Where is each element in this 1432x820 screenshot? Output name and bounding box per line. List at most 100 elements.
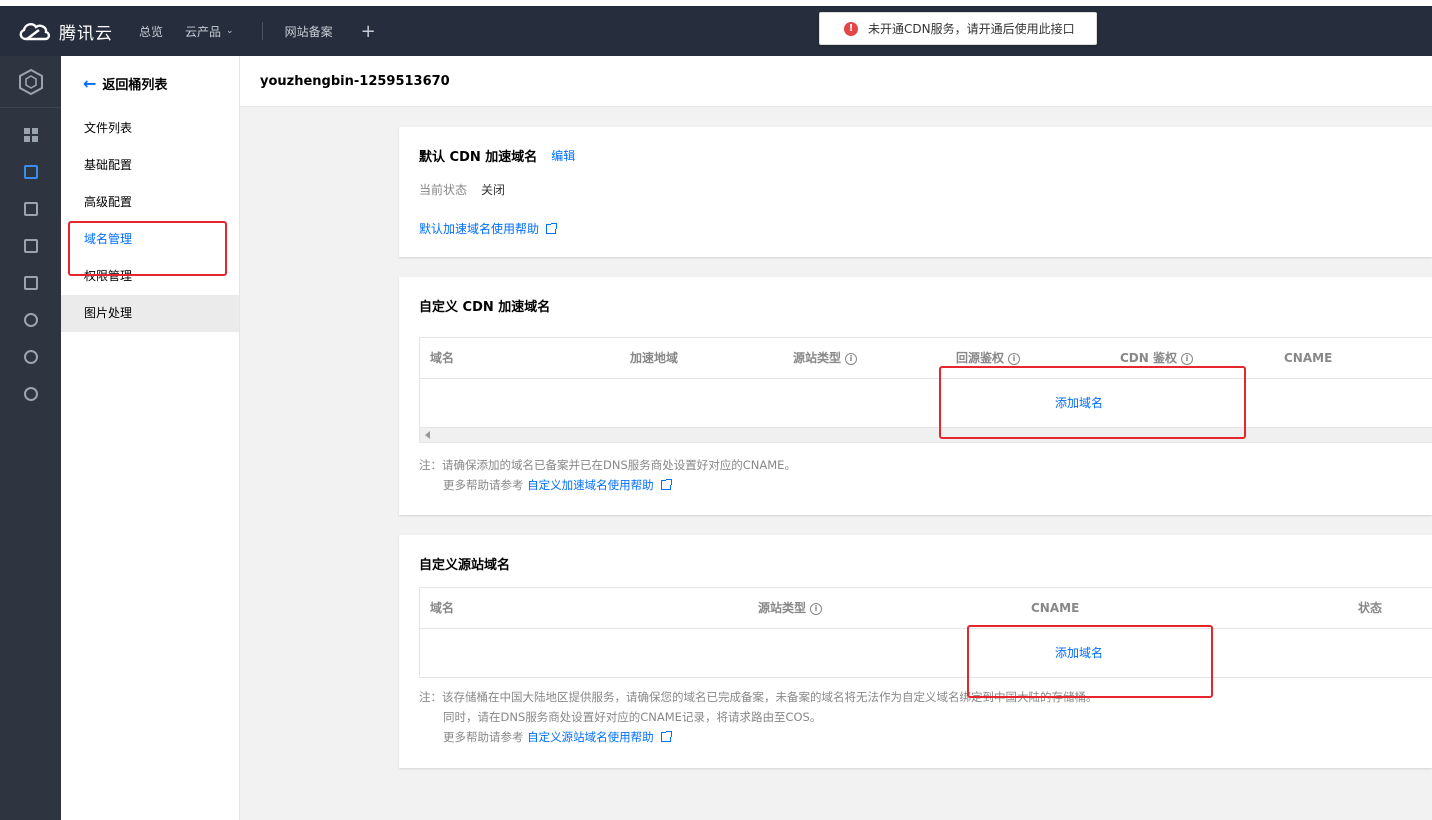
nav-products-label: 云产品 [185, 24, 222, 39]
col-label: 源站类型 [793, 351, 842, 365]
note-prefix: 更多帮助请参考 [443, 478, 524, 492]
custom-cdn-card: 自定义 CDN 加速域名 域名 加速地域 源站类型 i 回源鉴权 i CDN 鉴权 i… [399, 277, 1432, 515]
col-cname: CNAME [1031, 588, 1079, 629]
sidebar-item-image-processing[interactable]: 图片处理 [61, 295, 239, 332]
custom-origin-card: 自定义源站域名 域名 源站类型 i CNAME 状态 添加域名 注：该存储桶在中国… [399, 535, 1432, 768]
note-line: 注：请确保添加的域名已备案并已在DNS服务商处设置好对应的CNAME。 [419, 458, 796, 472]
back-to-bucket-list[interactable]: ← 返回桶列表 [61, 56, 239, 110]
custom-origin-notes: 注：该存储桶在中国大陆地区提供服务，请确保您的域名已完成备案，未备案的域名将无法… [419, 687, 1429, 747]
custom-cdn-title: 自定义 CDN 加速域名 [419, 300, 551, 315]
horizontal-scrollbar[interactable] [420, 427, 1432, 442]
table-row: 添加域名 [420, 379, 1432, 427]
nav-divider [261, 22, 263, 40]
custom-cdn-notes: 注：请确保添加的域名已备案并已在DNS服务商处设置好对应的CNAME。 更多帮助… [419, 455, 796, 495]
storage-icon [23, 164, 38, 179]
image-icon [23, 238, 38, 253]
col-label: 域名 [430, 351, 455, 365]
info-icon[interactable]: i [1008, 352, 1021, 365]
arrow-left-icon: ← [83, 73, 97, 93]
nav-icp-label: 网站备案 [284, 24, 333, 39]
coin-icon [23, 386, 38, 401]
highlight-box-add-cdn-domain [939, 366, 1246, 439]
col-region: 加速地域 [630, 338, 678, 379]
custom-cdn-table: 域名 加速地域 源站类型 i 回源鉴权 i CDN 鉴权 i CNAME 添加域名 [419, 337, 1432, 443]
nav-products[interactable]: 云产品 ⌄ [185, 23, 234, 40]
rail-list[interactable] [0, 338, 61, 375]
info-icon[interactable]: i [810, 602, 823, 615]
nav-overview-label: 总览 [139, 24, 164, 39]
info-icon[interactable]: i [1181, 352, 1193, 365]
rail-storage[interactable] [0, 153, 61, 190]
col-label: CNAME [1031, 601, 1080, 615]
rail-home[interactable] [0, 56, 61, 108]
table-row: 添加域名 [420, 629, 1432, 677]
table-header: 域名 加速地域 源站类型 i 回源鉴权 i CDN 鉴权 i CNAME [420, 338, 1432, 379]
nav-add-button[interactable]: + [361, 21, 376, 42]
col-domain: 域名 [430, 338, 454, 379]
sidebar-item-advanced-config[interactable]: 高级配置 [61, 184, 239, 221]
default-cdn-help-label: 默认加速域名使用帮助 [419, 222, 540, 236]
back-label: 返回桶列表 [102, 77, 168, 93]
default-cdn-card: 默认 CDN 加速域名 编辑 当前状态 关闭 默认加速域名使用帮助 [399, 127, 1432, 257]
brand-name: 腾讯云 [59, 23, 113, 44]
tencent-cloud-logo-icon [19, 22, 51, 41]
error-toast-text: 未开通CDN服务，请开通后使用此接口 [868, 22, 1075, 36]
col-label: 加速地域 [630, 351, 679, 365]
status-label: 当前状态 [419, 183, 468, 197]
note-line: 同时，请在DNS服务商处设置好对应的CNAME记录，将请求路由至COS。 [443, 710, 822, 724]
calendar-icon [23, 275, 38, 290]
sidebar-item-files[interactable]: 文件列表 [61, 110, 239, 147]
product-rail [0, 56, 61, 820]
external-link-icon [660, 731, 672, 742]
sidebar-item-basic-config[interactable]: 基础配置 [61, 147, 239, 184]
highlight-box-domain-menu [68, 221, 227, 276]
note-line: 更多帮助请参考 自定义加速域名使用帮助 [419, 475, 796, 495]
rail-image[interactable] [0, 227, 61, 264]
external-link-icon [546, 223, 558, 234]
note-line: 更多帮助请参考 自定义源站域名使用帮助 [419, 727, 1429, 747]
highlight-box-add-origin-domain [967, 625, 1213, 698]
nav-icp[interactable]: 网站备案 [285, 23, 333, 40]
col-label: 源站类型 [758, 601, 807, 615]
bucket-sidebar: ← 返回桶列表 文件列表 基础配置 高级配置 域名管理 权限管理 图片处理 [61, 56, 240, 820]
note-prefix: 更多帮助请参考 [443, 730, 524, 744]
col-status: 状态 [1358, 588, 1382, 629]
status-value: 关闭 [481, 183, 506, 197]
custom-origin-table: 域名 源站类型 i CNAME 状态 添加域名 [419, 587, 1432, 678]
default-cdn-help-link[interactable]: 默认加速域名使用帮助 [419, 220, 558, 237]
alert-icon: ! [844, 21, 858, 36]
table-header: 域名 源站类型 i CNAME 状态 [420, 588, 1432, 629]
col-origin-type: 源站类型 i [758, 588, 823, 629]
scroll-left-icon[interactable] [425, 431, 430, 439]
cube-icon [18, 68, 43, 95]
page-title: youzhengbin-1259513670 [240, 56, 1432, 107]
col-label: 域名 [430, 601, 455, 615]
col-cname: CNAME [1284, 338, 1332, 379]
settings-icon [23, 312, 38, 327]
rail-tasks[interactable] [0, 190, 61, 227]
list-icon [23, 349, 38, 364]
col-label: 状态 [1358, 601, 1383, 615]
dashboard-icon [23, 127, 38, 142]
nav-overview[interactable]: 总览 [139, 23, 163, 40]
rail-calendar[interactable] [0, 264, 61, 301]
top-navbar: 腾讯云 总览 云产品 ⌄ 网站备案 + [0, 0, 1432, 56]
custom-origin-title: 自定义源站域名 [419, 558, 511, 573]
chevron-down-icon: ⌄ [226, 26, 234, 36]
custom-cdn-help-link[interactable]: 自定义加速域名使用帮助 [527, 478, 654, 492]
external-link-icon [660, 479, 672, 490]
rail-settings[interactable] [0, 301, 61, 338]
col-origin-type: 源站类型 i [793, 338, 858, 379]
checklist-icon [23, 201, 38, 216]
col-domain: 域名 [430, 588, 454, 629]
note-line: 注：该存储桶在中国大陆地区提供服务，请确保您的域名已完成备案，未备案的域名将无法… [419, 690, 1098, 704]
brand-logo[interactable]: 腾讯云 [17, 19, 139, 44]
error-toast: ! 未开通CDN服务，请开通后使用此接口 [819, 12, 1097, 45]
rail-dashboard[interactable] [0, 116, 61, 153]
rail-billing[interactable] [0, 375, 61, 412]
custom-origin-help-link[interactable]: 自定义源站域名使用帮助 [527, 730, 654, 744]
edit-link[interactable]: 编辑 [551, 147, 575, 164]
col-label: CNAME [1284, 351, 1333, 365]
info-icon[interactable]: i [845, 352, 858, 365]
default-cdn-title: 默认 CDN 加速域名 [419, 150, 538, 165]
